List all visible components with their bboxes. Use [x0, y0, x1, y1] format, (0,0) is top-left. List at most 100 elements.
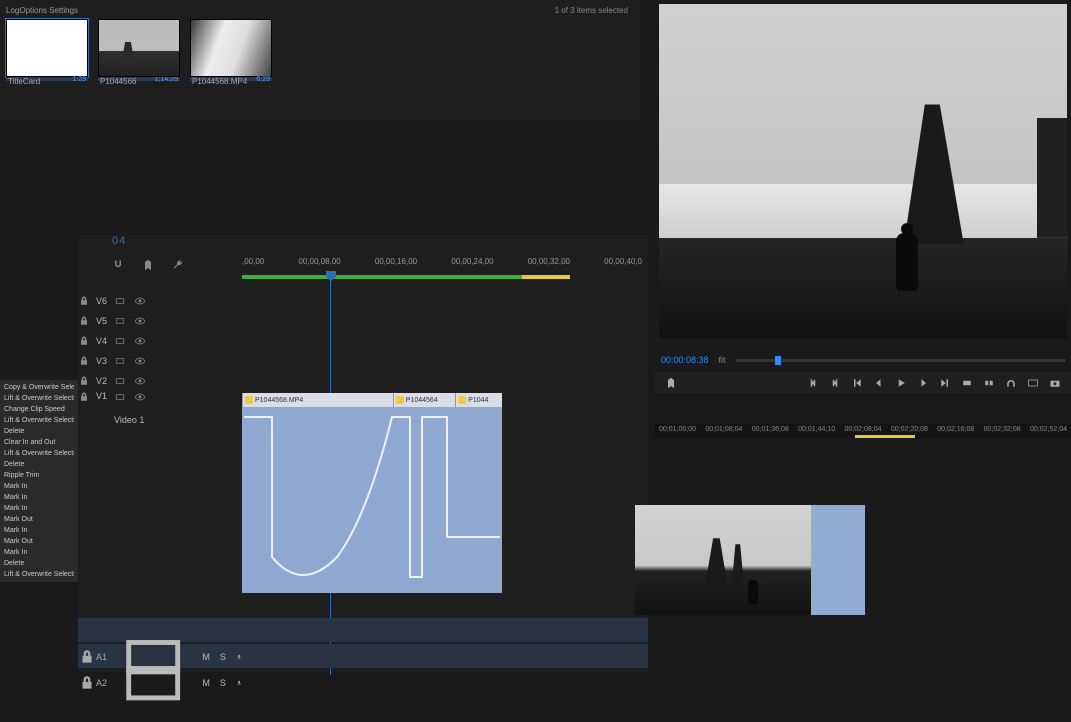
thumbnail-image: [190, 19, 272, 77]
program-timecode[interactable]: 00:00:08:38: [661, 355, 709, 365]
time-remap-curve[interactable]: [242, 407, 502, 593]
sync-lock-icon[interactable]: [114, 391, 126, 403]
context-menu-item[interactable]: Delete: [4, 459, 74, 470]
mute-button[interactable]: M: [202, 678, 210, 688]
eye-icon[interactable]: [134, 335, 146, 347]
lock-icon[interactable]: [78, 315, 90, 327]
lock-icon[interactable]: [78, 375, 90, 387]
go-to-in-icon[interactable]: [851, 377, 863, 389]
v1-clip-lane[interactable]: P1044568.MP4 P1044564 P1044: [242, 393, 502, 593]
clip-name: P1044564: [406, 397, 438, 404]
lock-icon[interactable]: [78, 295, 90, 307]
context-menu-item[interactable]: Delete: [4, 558, 74, 569]
track-label: Video 1: [114, 409, 144, 425]
lock-icon[interactable]: [78, 648, 96, 666]
wrench-icon[interactable]: [172, 259, 184, 271]
sync-lock-icon[interactable]: [114, 644, 192, 722]
context-menu-item[interactable]: Lift & Overwrite Selection: [4, 415, 74, 426]
project-clip[interactable]: TitleCard1:29: [6, 19, 88, 81]
fx-badge-icon[interactable]: [245, 396, 253, 404]
marker-ruler[interactable]: 00;01;00;0000;01;08;0400;01;36;0800;01;4…: [655, 424, 1071, 438]
ruler-tick: 00,00,08,00: [298, 257, 340, 266]
preview-viewport[interactable]: [659, 4, 1067, 338]
timeline-clip[interactable]: P1044568.MP4: [242, 393, 393, 407]
sync-lock-icon[interactable]: [114, 355, 126, 367]
program-scrubber[interactable]: [736, 359, 1065, 362]
add-marker-icon[interactable]: [665, 377, 677, 389]
step-forward-icon[interactable]: [917, 377, 929, 389]
marker-icon[interactable]: [142, 259, 154, 271]
eye-icon[interactable]: [134, 375, 146, 387]
context-menu-item[interactable]: Mark Out: [4, 536, 74, 547]
snap-icon[interactable]: [112, 259, 124, 271]
audio-track-header[interactable]: A2MS: [78, 644, 648, 668]
lock-icon[interactable]: [78, 355, 90, 367]
program-timebar: 00:00:08:38 fit: [661, 346, 1065, 374]
video-track-header[interactable]: V4: [78, 331, 648, 351]
context-menu-item[interactable]: Change Clip Speed: [4, 404, 74, 415]
go-to-out-icon[interactable]: [939, 377, 951, 389]
source-filmstrip[interactable]: [635, 505, 865, 615]
lock-icon[interactable]: [78, 674, 96, 692]
context-menu-item[interactable]: Mark In: [4, 481, 74, 492]
lift-icon[interactable]: [961, 377, 973, 389]
sequence-timecode[interactable]: 04: [112, 235, 126, 247]
lock-icon[interactable]: [78, 391, 90, 403]
project-clip[interactable]: P1044568.MP46;29: [190, 19, 272, 81]
context-menu-item[interactable]: Mark In: [4, 503, 74, 514]
timeline-clip[interactable]: P1044564: [393, 393, 455, 407]
video-track-header[interactable]: V6: [78, 291, 648, 311]
video-track-header[interactable]: V2: [78, 371, 648, 391]
context-menu-item[interactable]: Delete: [4, 426, 74, 437]
scrubber-handle[interactable]: [775, 356, 781, 365]
video-track-header[interactable]: V3: [78, 351, 648, 371]
sea-stack: [1037, 118, 1067, 238]
play-icon[interactable]: [895, 377, 907, 389]
work-area-bar[interactable]: [242, 275, 642, 279]
context-menu-item[interactable]: Ripple Trim: [4, 470, 74, 481]
mark-in-icon[interactable]: [807, 377, 819, 389]
context-menu-item[interactable]: Lift & Overwrite Selection: [4, 569, 74, 580]
playhead-knob-icon[interactable]: [326, 271, 336, 281]
extract-icon[interactable]: [983, 377, 995, 389]
context-menu-item[interactable]: Clear In and Out: [4, 437, 74, 448]
ruler-tick: 00;01;44;10: [798, 426, 835, 433]
time-ruler[interactable]: ,00,0000,00,08,0000,00,16,0000,00,24,000…: [242, 257, 642, 287]
settings-icon[interactable]: [1027, 377, 1039, 389]
headphones-icon[interactable]: [1005, 377, 1017, 389]
in-out-range[interactable]: [855, 435, 915, 438]
project-clip[interactable]: P10445661;14;29: [98, 19, 180, 81]
fx-badge-icon[interactable]: [396, 396, 404, 404]
sync-lock-icon[interactable]: [114, 375, 126, 387]
eye-icon[interactable]: [134, 355, 146, 367]
timeline-clip[interactable]: P1044: [455, 393, 502, 407]
audio-track-header[interactable]: A1MS: [78, 618, 648, 642]
context-menu-item[interactable]: Mark In: [4, 525, 74, 536]
ruler-tick: 00;01;08;04: [705, 426, 742, 433]
mark-out-icon[interactable]: [829, 377, 841, 389]
context-menu-item[interactable]: Lift & Overwrite Selection: [4, 393, 74, 404]
eye-icon[interactable]: [134, 391, 146, 403]
fit-label[interactable]: fit: [719, 355, 726, 365]
lock-icon[interactable]: [78, 335, 90, 347]
context-menu-item[interactable]: Mark Out: [4, 514, 74, 525]
context-menu-item[interactable]: Mark In: [4, 547, 74, 558]
sync-lock-icon[interactable]: [114, 335, 126, 347]
solo-button[interactable]: S: [220, 678, 226, 688]
eye-icon[interactable]: [134, 295, 146, 307]
step-back-icon[interactable]: [873, 377, 885, 389]
mic-icon[interactable]: [236, 678, 242, 688]
eye-icon[interactable]: [134, 315, 146, 327]
fx-badge-icon[interactable]: [458, 396, 466, 404]
sync-lock-icon[interactable]: [114, 295, 126, 307]
timeline-panel: 04 ,00,0000,00,08,0000,00,16,0000,00,24,…: [78, 235, 648, 672]
context-menu-item[interactable]: Mark In: [4, 492, 74, 503]
panel-tab-label[interactable]: LogOptions Settings: [6, 6, 634, 15]
ruler-tick: 00,00,32,00: [528, 257, 570, 266]
camera-icon[interactable]: [1049, 377, 1061, 389]
video-track-header[interactable]: V5: [78, 311, 648, 331]
ruler-tick: 00;02;32;08: [984, 426, 1021, 433]
sync-lock-icon[interactable]: [114, 315, 126, 327]
context-menu-item[interactable]: Lift & Overwrite Selection: [4, 448, 74, 459]
context-menu-item[interactable]: Copy & Overwrite Selection: [4, 382, 74, 393]
